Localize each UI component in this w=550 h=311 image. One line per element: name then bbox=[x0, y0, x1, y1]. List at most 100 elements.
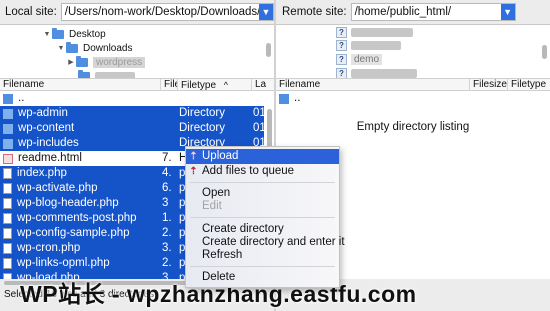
file-icon bbox=[3, 228, 12, 239]
file-icon bbox=[3, 243, 12, 254]
menu-item-label: Add files to queue bbox=[202, 165, 295, 177]
column-filename[interactable]: Filename bbox=[276, 79, 470, 91]
folder-icon bbox=[279, 93, 289, 104]
column-filetype[interactable]: Filetype bbox=[508, 79, 550, 91]
file-row[interactable]: wp-admin Directory 01 bbox=[0, 106, 265, 121]
file-type: Directory bbox=[179, 122, 226, 134]
file-name: wp-cron.php bbox=[17, 242, 81, 254]
chevron-down-icon[interactable]: ▼ bbox=[259, 4, 273, 20]
folder-icon bbox=[3, 93, 13, 104]
remote-site-label: Remote site: bbox=[282, 6, 347, 18]
local-site-path: /Users/nom-work/Desktop/Downloads/wordp bbox=[64, 6, 274, 18]
file-name: .. bbox=[294, 92, 301, 104]
file-name: wp-blog-header.php bbox=[17, 197, 119, 209]
file-name: index.php bbox=[17, 167, 67, 179]
tree-item-desktop[interactable]: ▼ Desktop bbox=[42, 27, 106, 41]
folder-icon bbox=[52, 27, 64, 39]
file-name: wp-links-opml.php bbox=[17, 257, 110, 269]
add-to-queue-icon: ⇡ bbox=[189, 166, 198, 177]
column-filetype[interactable]: Filetype ^ bbox=[178, 79, 252, 91]
file-name: wp-content bbox=[18, 122, 75, 134]
local-site-path-combo[interactable]: /Users/nom-work/Desktop/Downloads/wordp … bbox=[60, 3, 274, 21]
file-name: readme.html bbox=[18, 152, 82, 164]
folder-icon bbox=[3, 108, 13, 119]
remote-site-path: /home/public_html/ bbox=[354, 6, 452, 18]
menu-item-edit: Edit bbox=[186, 199, 339, 214]
tree-item-downloads[interactable]: ▼ Downloads bbox=[56, 41, 132, 55]
menu-item-refresh[interactable]: Refresh bbox=[186, 248, 339, 263]
menu-item-label: Open bbox=[202, 187, 231, 199]
tree-item-label: Desktop bbox=[69, 28, 106, 40]
file-name: wp-activate.php bbox=[17, 182, 98, 194]
file-icon bbox=[3, 183, 12, 194]
tree-item-partial bbox=[78, 69, 135, 78]
menu-item-add-to-queue[interactable]: ⇡ Add files to queue bbox=[186, 164, 339, 179]
remote-site-bar: Remote site: /home/public_html/ ▼ bbox=[276, 0, 550, 24]
context-menu: ⇡ Upload ⇡ Add files to queue Open Edit … bbox=[185, 146, 345, 288]
remote-directory-tree: ? ? ? demo ? bbox=[276, 24, 550, 78]
file-name: .. bbox=[18, 92, 25, 104]
file-size: 7. bbox=[162, 152, 172, 164]
column-filetype-label: Filetype bbox=[181, 80, 217, 91]
folder-icon bbox=[3, 138, 13, 149]
expand-arrow-icon[interactable]: ▶ bbox=[66, 58, 76, 66]
file-size: 2. bbox=[162, 257, 172, 269]
folder-icon bbox=[3, 123, 13, 134]
menu-item-delete[interactable]: Delete bbox=[186, 270, 339, 285]
menu-item-upload[interactable]: ⇡ Upload bbox=[186, 149, 339, 164]
question-icon: ? bbox=[336, 67, 347, 78]
tree-item-redacted[interactable]: ? bbox=[336, 38, 401, 52]
folder-icon bbox=[76, 55, 88, 67]
tree-item-label: wordpress bbox=[93, 56, 146, 68]
html-file-icon bbox=[3, 153, 13, 164]
expand-arrow-icon[interactable]: ▼ bbox=[42, 31, 52, 38]
menu-item-label: Edit bbox=[202, 200, 222, 212]
empty-directory-message: Empty directory listing bbox=[356, 121, 470, 133]
chevron-down-icon[interactable]: ▼ bbox=[500, 4, 515, 20]
file-size: 4. bbox=[162, 167, 172, 179]
file-size: 3 bbox=[162, 197, 169, 209]
menu-separator bbox=[190, 182, 335, 183]
file-row-parent[interactable]: .. bbox=[276, 91, 550, 106]
file-row-parent[interactable]: .. bbox=[0, 91, 274, 106]
column-filesize[interactable]: Filesize bbox=[470, 79, 508, 91]
column-filename[interactable]: Filename bbox=[0, 79, 161, 91]
file-icon bbox=[3, 198, 12, 209]
tree-item-label: demo bbox=[351, 53, 383, 65]
sort-ascending-icon: ^ bbox=[223, 80, 229, 90]
file-name: wp-admin bbox=[18, 107, 68, 119]
tree-item-redacted[interactable]: ? bbox=[336, 66, 417, 78]
menu-separator bbox=[190, 217, 335, 218]
file-type: Directory bbox=[179, 107, 226, 119]
file-date: 01 bbox=[253, 122, 265, 134]
menu-item-label: Delete bbox=[202, 271, 236, 283]
column-last-modified[interactable]: La bbox=[252, 79, 274, 91]
expand-arrow-icon[interactable]: ▼ bbox=[56, 45, 66, 52]
menu-item-label: Create directory bbox=[202, 223, 284, 235]
tree-item-label: Downloads bbox=[83, 42, 133, 54]
local-file-list-header: Filename File Filetype ^ La bbox=[0, 78, 274, 91]
file-size: 3. bbox=[162, 242, 172, 254]
local-directory-tree: ▼ Desktop ▼ Downloads ▶ wordpress bbox=[0, 24, 274, 78]
question-icon: ? bbox=[336, 26, 347, 38]
menu-item-label: Upload bbox=[202, 150, 239, 162]
tree-scrollbar[interactable] bbox=[542, 45, 547, 59]
local-site-label: Local site: bbox=[5, 6, 57, 18]
folder-icon bbox=[66, 41, 78, 53]
file-row[interactable]: wp-content Directory 01 bbox=[0, 121, 265, 136]
remote-site-path-combo[interactable]: /home/public_html/ ▼ bbox=[350, 3, 516, 21]
file-name: wp-comments-post.php bbox=[17, 212, 137, 224]
question-icon: ? bbox=[336, 39, 347, 51]
menu-item-label: Refresh bbox=[202, 249, 243, 261]
tree-scrollbar[interactable] bbox=[266, 43, 271, 57]
blurred-label bbox=[351, 40, 401, 50]
tree-item-wordpress[interactable]: ▶ wordpress bbox=[66, 55, 146, 69]
file-icon bbox=[3, 168, 12, 179]
column-filesize[interactable]: File bbox=[161, 79, 178, 91]
tree-item-redacted[interactable]: ? bbox=[336, 25, 413, 39]
tree-item-demo[interactable]: ? demo bbox=[336, 52, 383, 66]
menu-separator bbox=[190, 266, 335, 267]
menu-item-label: Create directory and enter it bbox=[202, 236, 345, 248]
file-icon bbox=[3, 213, 12, 224]
upload-icon: ⇡ bbox=[189, 151, 198, 162]
